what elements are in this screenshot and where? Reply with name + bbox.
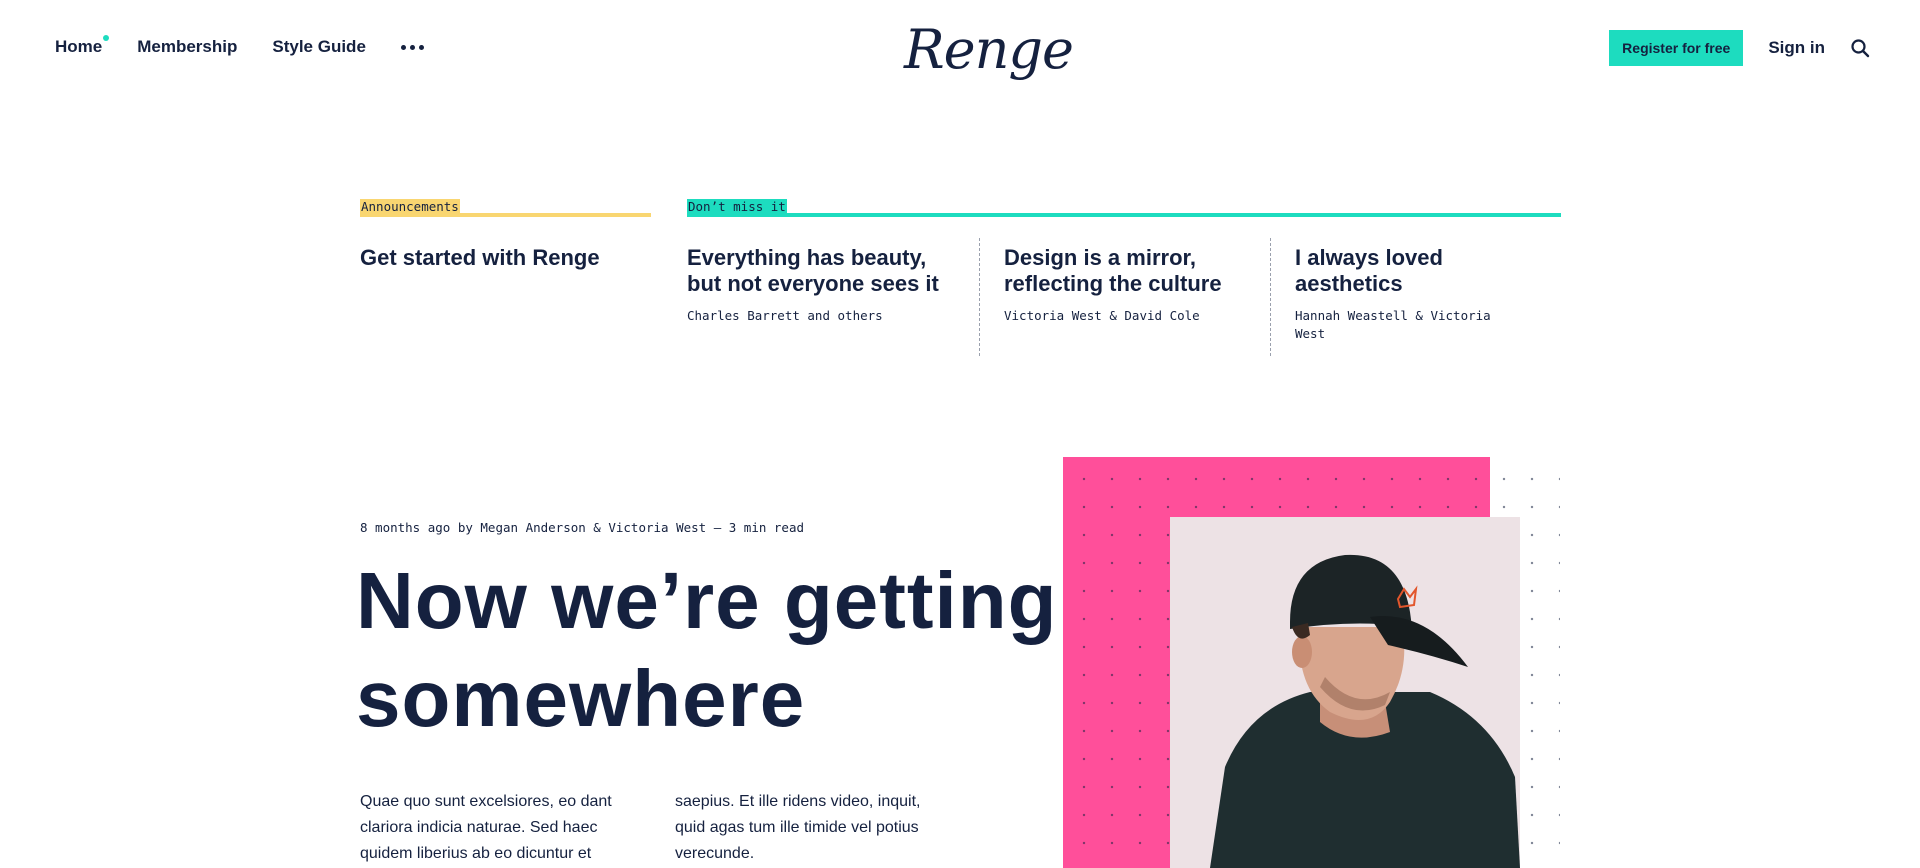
nav-style-guide-label: Style Guide bbox=[272, 37, 366, 56]
nav-membership[interactable]: Membership bbox=[137, 36, 237, 58]
announcement-title[interactable]: Get started with Renge bbox=[360, 245, 650, 271]
announcements-rule bbox=[360, 213, 651, 217]
header-actions: Register for free Sign in bbox=[1609, 30, 1870, 66]
search-icon[interactable] bbox=[1850, 38, 1870, 58]
site-logo[interactable]: Renge bbox=[904, 20, 1074, 80]
post-title-line-2: somewhere bbox=[356, 654, 806, 743]
register-button[interactable]: Register for free bbox=[1609, 30, 1744, 66]
more-dots-icon[interactable] bbox=[400, 36, 424, 58]
nav-home-label: Home bbox=[55, 37, 103, 56]
card-title[interactable]: Everything has beauty, but not everyone … bbox=[687, 245, 962, 297]
post-title-line-1: Now we’re getting bbox=[356, 556, 1058, 645]
nav-style-guide[interactable]: Style Guide bbox=[272, 36, 366, 58]
signin-link[interactable]: Sign in bbox=[1768, 38, 1825, 58]
card-author: Victoria West & David Cole bbox=[1004, 308, 1200, 323]
card-divider bbox=[1270, 238, 1271, 356]
primary-nav: Home Membership Style Guide bbox=[55, 35, 424, 58]
post-meta: 8 months ago by Megan Anderson & Victori… bbox=[360, 520, 805, 535]
dont-miss-rule bbox=[687, 213, 1561, 217]
card-author: Hannah Weastell & Victoria West bbox=[1295, 308, 1491, 341]
nav-membership-label: Membership bbox=[137, 37, 238, 56]
card-author: Charles Barrett and others bbox=[687, 308, 883, 323]
card-divider bbox=[979, 238, 980, 356]
site-header: Home Membership Style Guide Renge Regist… bbox=[0, 0, 1920, 96]
active-indicator-dot bbox=[103, 35, 110, 41]
card-title[interactable]: Design is a mirror, reflecting the cultu… bbox=[1004, 245, 1264, 297]
card-title[interactable]: I always loved aesthetics bbox=[1295, 245, 1545, 297]
post-excerpt-col-1: Quae quo sunt excelsiores, eo dant clari… bbox=[360, 793, 612, 862]
post-title[interactable]: Now we’re getting somewhere bbox=[356, 552, 1356, 748]
post-excerpt-col-2: saepius. Et ille ridens video, inquit, q… bbox=[675, 793, 921, 862]
nav-home[interactable]: Home bbox=[55, 35, 110, 58]
